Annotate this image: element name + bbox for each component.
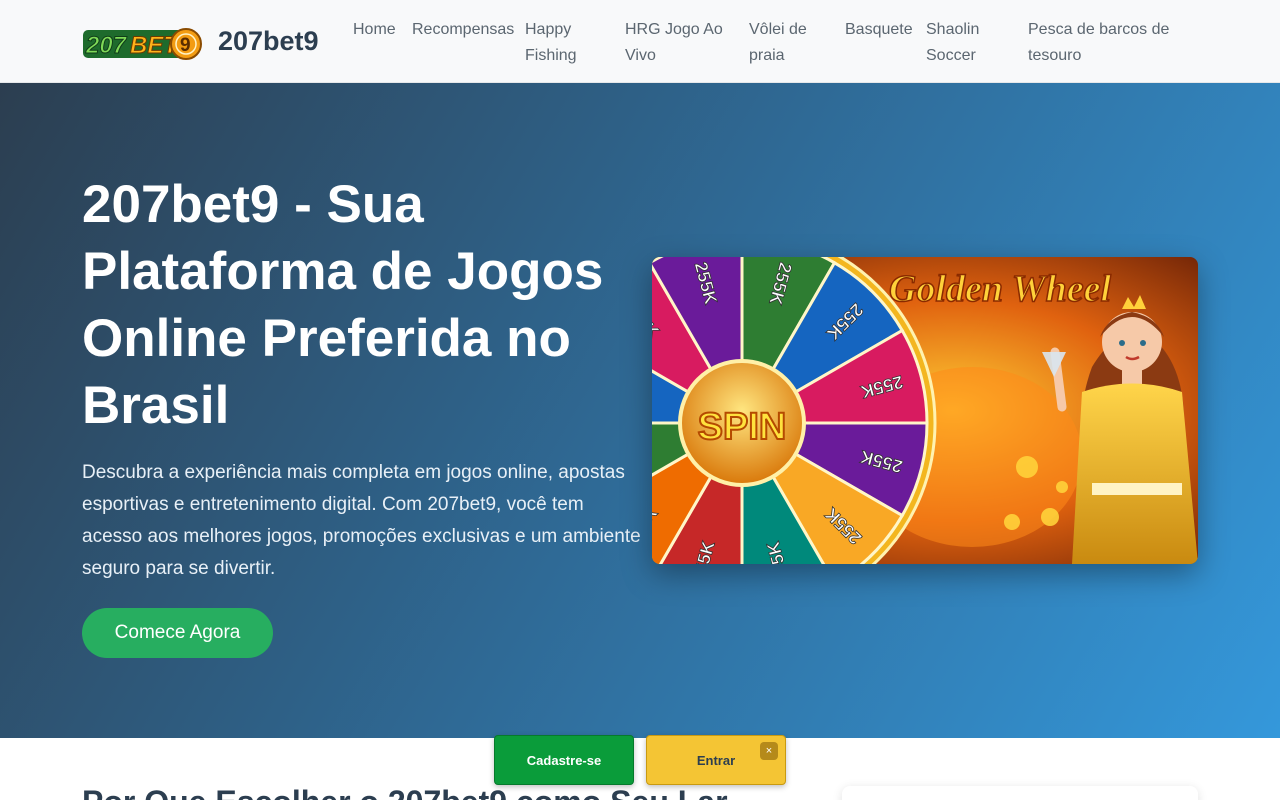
site-header: 207 BET 9 207bet9 Home Recompensas Happy…	[0, 0, 1280, 83]
side-card	[842, 786, 1198, 800]
hero-description: Descubra a experiência mais completa em …	[82, 462, 641, 579]
golden-wheel-illustration: 255K255K255K255K255K255K255K400K255K255K…	[652, 257, 1198, 564]
hero-title: 207bet9 - Sua Plataforma de Jogos Online…	[82, 175, 604, 435]
nav-hrg-jogo-ao-vivo[interactable]: HRG Jogo Ao Vivo	[625, 17, 737, 69]
nav-volei-de-praia[interactable]: Vôlei de praia	[749, 17, 829, 69]
brand-name[interactable]: 207bet9	[218, 26, 319, 57]
nav-basquete[interactable]: Basquete	[845, 17, 915, 43]
svg-text:9: 9	[180, 35, 191, 56]
nav-pesca-de-barcos-de-tesouro[interactable]: Pesca de barcos de tesouro	[1028, 17, 1178, 69]
golden-wheel-title: Golden Wheel	[889, 268, 1111, 310]
logo-graphic: 207 BET 9	[83, 28, 202, 60]
nav-shaolin-soccer[interactable]: Shaolin Soccer	[926, 17, 1006, 69]
close-icon[interactable]: ×	[760, 742, 778, 760]
nav-recompensas[interactable]: Recompensas	[412, 17, 517, 43]
site-logo[interactable]: 207 BET 9	[82, 24, 202, 64]
golden-wheel-banner[interactable]: 255K255K255K255K255K255K255K400K255K255K…	[652, 257, 1198, 564]
section-title: Por Que Escolher o 207bet9 como Seu Lar	[82, 784, 728, 800]
svg-text:207: 207	[85, 32, 128, 59]
nav-happy-fishing[interactable]: Happy Fishing	[525, 17, 605, 69]
register-button[interactable]: Cadastre-se	[494, 735, 634, 785]
hero-section: 207bet9 - Sua Plataforma de Jogos Online…	[0, 83, 1280, 738]
spin-label: SPIN	[698, 406, 787, 448]
nav-home[interactable]: Home	[353, 17, 403, 43]
start-now-button[interactable]: Comece Agora	[82, 608, 273, 658]
